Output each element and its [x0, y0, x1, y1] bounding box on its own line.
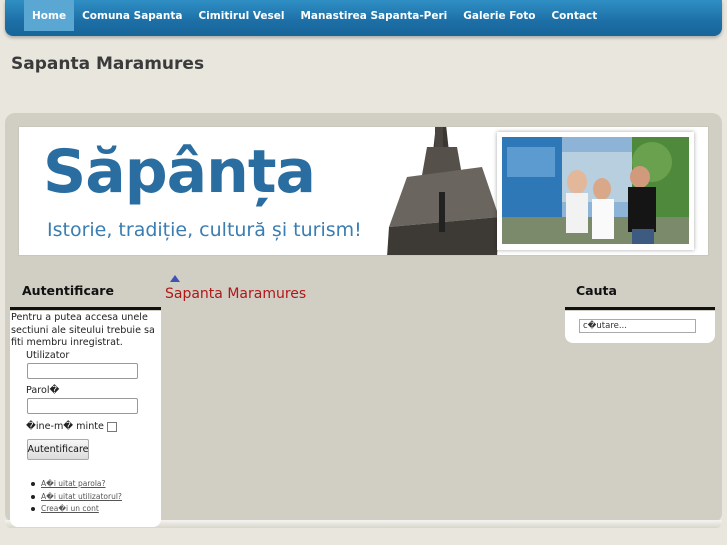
search-divider [565, 307, 715, 310]
username-field[interactable] [27, 363, 138, 379]
search-input[interactable]: c�utare... [579, 319, 696, 333]
create-account-link[interactable]: Crea�i un cont [31, 503, 122, 516]
remember-me-label: �ine-m� minte [26, 421, 104, 432]
header-banner: Săpânța Istorie, tradiție, cultură și tu… [18, 126, 709, 256]
account-links: A�i uitat parola? A�i uitat utilizatorul… [31, 478, 122, 516]
nav-home[interactable]: Home [24, 0, 75, 31]
nav-comuna-sapanta[interactable]: Comuna Sapanta [74, 0, 190, 31]
forgot-password-link[interactable]: A�i uitat parola? [31, 478, 122, 491]
top-nav: Home Comuna Sapanta Cimitirul Vesel Mana… [5, 0, 722, 36]
password-field[interactable] [27, 398, 138, 414]
login-panel-title: Autentificare [22, 283, 114, 298]
nav-cimitirul-vesel[interactable]: Cimitirul Vesel [190, 0, 292, 31]
search-panel-title: Cauta [576, 283, 617, 298]
article-title[interactable]: Sapanta Maramures [165, 286, 306, 302]
up-arrow-icon [170, 275, 180, 282]
tourists-photo [502, 137, 689, 244]
banner-tagline: Istorie, tradiție, cultură și turism! [47, 219, 362, 241]
forgot-username-link[interactable]: A�i uitat utilizatorul? [31, 491, 122, 504]
login-divider [10, 307, 161, 310]
remember-me-checkbox[interactable] [107, 422, 117, 432]
site-title: Sapanta Maramures [11, 54, 205, 74]
password-label: Parol� [26, 385, 60, 396]
login-intro-text: Pentru a putea accesa unele sectiuni ale… [11, 312, 155, 348]
banner-title: Săpânța [43, 137, 316, 207]
username-label: Utilizator [26, 350, 70, 361]
nav-galerie-foto[interactable]: Galerie Foto [455, 0, 543, 31]
nav-manastirea[interactable]: Manastirea Sapanta-Peri [292, 0, 455, 31]
login-button[interactable]: Autentificare [27, 439, 89, 460]
wooden-church-image [387, 127, 499, 255]
photo-frame [497, 132, 694, 250]
nav-contact[interactable]: Contact [543, 0, 605, 31]
